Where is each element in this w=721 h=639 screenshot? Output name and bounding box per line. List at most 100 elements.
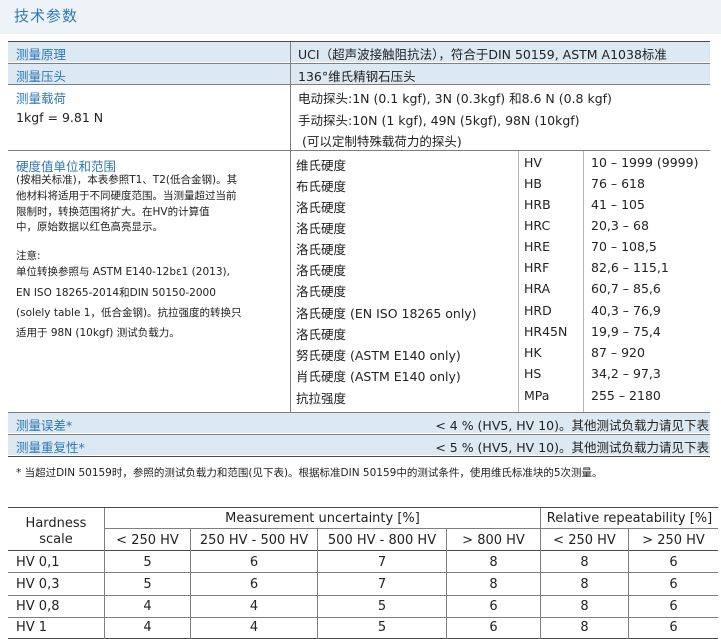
- title-bar: 技术参数: [0, 0, 721, 34]
- divider-range: [583, 151, 584, 412]
- t2-cell: 5: [377, 620, 387, 635]
- t2-cell: 8: [489, 555, 498, 570]
- t2-rule-row: [8, 572, 718, 573]
- scale-name: 洛氏硬度: [296, 200, 347, 215]
- principle-label: 测量原理: [16, 47, 67, 62]
- scales-desc-line: 中，原始数据以红色高亮显示。: [16, 221, 163, 233]
- scale-name: 洛氏硬度: [296, 221, 347, 236]
- t2-subheader: > 250 HV: [642, 533, 705, 548]
- t2-row-scale: HV 0,1: [16, 555, 60, 570]
- load-label: 测量载荷: [16, 91, 67, 106]
- rule-1: [8, 63, 710, 64]
- scale-unit: HB: [524, 176, 542, 191]
- probe-label: 测量压头: [16, 69, 67, 84]
- t2-rule-head: [8, 550, 718, 551]
- t2-cell: 5: [143, 555, 152, 570]
- scale-range: 255 – 2180: [591, 388, 661, 403]
- t2-cell: 7: [377, 577, 387, 592]
- t2-cell: 6: [489, 620, 498, 635]
- scale-name: 洛氏硬度: [296, 327, 347, 342]
- t2-row-scale: HV 1: [16, 620, 48, 635]
- scale-unit: HRA: [524, 281, 551, 296]
- t2-cell: 5: [377, 599, 387, 614]
- t2-cell: 8: [580, 620, 589, 635]
- footnote: * 当超过DIN 50159时，参照的测试负载力和范围(见下表)。根据标准DIN…: [16, 467, 603, 479]
- t2-subheader: < 250 HV: [116, 533, 179, 548]
- t2-rule-row: [8, 617, 718, 618]
- t2-cell: 6: [669, 577, 678, 592]
- t2-cell: 8: [580, 599, 589, 614]
- scale-range: 41 – 105: [591, 197, 645, 212]
- divider-label: [290, 42, 291, 413]
- scale-name: 洛氏硬度: [296, 242, 347, 257]
- t2-rule-group: [105, 528, 718, 529]
- page-title: 技术参数: [14, 7, 79, 25]
- t2-col0-header: scale: [39, 532, 73, 547]
- scales-desc-line: (按相关标准)，本表参照T1、T2(低合金钢)。其: [16, 174, 238, 186]
- load-sublabel: 1kgf = 9.81 N: [16, 110, 104, 125]
- t2-cell: 4: [249, 620, 259, 635]
- error-value: < 4 % (HV5, HV 10)。其他测试负载力请见下表: [435, 418, 709, 433]
- t2-cell: 4: [143, 599, 152, 614]
- probe-value: 136°维氏精钢石压头: [298, 69, 416, 84]
- t2-cell: 4: [143, 620, 152, 635]
- scale-range: 76 – 618: [591, 176, 645, 191]
- scale-unit: HR45N: [524, 324, 568, 339]
- scales-note-line: 单位转换参照与 ASTM E140-12bɛ1 (2013),: [16, 266, 230, 278]
- scale-name: 努氏硬度 (ASTM E140 only): [296, 348, 461, 363]
- rule-4: [8, 412, 710, 413]
- repeat-label: 测量重复性*: [16, 440, 85, 455]
- t2-subheader: 250 HV - 500 HV: [199, 533, 309, 548]
- principle-value: UCI（超声波接触阻抗法），符合于DIN 50159, ASTM A1038标准: [298, 47, 667, 62]
- scale-name: 洛氏硬度: [296, 284, 347, 299]
- t2-subheader: 500 HV - 800 HV: [327, 533, 437, 548]
- t2-group-uncertainty: Measurement uncertainty [%]: [225, 511, 420, 526]
- t2-cell: 6: [249, 577, 259, 592]
- scales-note-line: EN ISO 18265-2014和DIN 50150-2000: [16, 287, 216, 299]
- scale-range: 70 – 108,5: [591, 239, 657, 254]
- scales-note-line: 适用于 98N (10kgf) 测试负载力。: [16, 327, 180, 339]
- divider-unit: [518, 151, 519, 412]
- t2-rule-row: [8, 595, 718, 596]
- scale-name: 洛氏硬度 (EN ISO 18265 only): [296, 306, 477, 321]
- rule-bottom: [8, 456, 710, 457]
- scales-note-line: 注意:: [16, 250, 41, 262]
- t2-cell: 6: [249, 555, 259, 570]
- scale-unit: HK: [524, 345, 542, 360]
- scale-unit: HRE: [524, 239, 550, 254]
- scale-name: 肖氏硬度 (ASTM E140 only): [296, 369, 461, 384]
- scale-unit: HRD: [524, 303, 552, 318]
- scale-unit: HRB: [524, 197, 551, 212]
- rule-5: [8, 434, 710, 435]
- t2-row-scale: HV 0,8: [16, 599, 60, 614]
- repeat-value: < 5 % (HV5, HV 10)。其他测试负载力请见下表: [435, 440, 709, 455]
- t2-rule-top: [8, 507, 718, 508]
- scale-range: 40,3 – 76,9: [591, 303, 661, 318]
- t2-cell: 6: [669, 599, 678, 614]
- t2-cell: 6: [669, 555, 678, 570]
- t2-cell: 4: [249, 599, 259, 614]
- load-line: 电动探头:1N (0.1 kgf), 3N (0.3kgf) 和8.6 N (0…: [298, 91, 612, 106]
- scale-unit: HRC: [524, 218, 551, 233]
- scale-unit: MPa: [524, 388, 550, 403]
- scale-name: 洛氏硬度: [296, 263, 347, 278]
- t2-cell: 7: [377, 555, 387, 570]
- t2-cell: 8: [580, 577, 589, 592]
- scale-range: 34,2 – 97,3: [591, 366, 661, 381]
- scale-range: 60,7 – 85,6: [591, 281, 661, 296]
- error-label: 测量误差*: [16, 418, 73, 433]
- scale-name: 抗拉强度: [296, 391, 347, 406]
- t2-row-scale: HV 0,3: [16, 577, 60, 592]
- t2-cell: 5: [143, 577, 152, 592]
- t2-subheader: < 250 HV: [553, 533, 616, 548]
- load-line: 手动探头:10N (1 kgf), 49N (5kgf), 98N (10kgf…: [298, 113, 580, 128]
- scale-range: 10 – 1999 (9999): [591, 155, 699, 170]
- scale-range: 82,6 – 115,1: [591, 260, 669, 275]
- t2-cell: 8: [580, 555, 589, 570]
- scale-name: 维氏硬度: [296, 158, 347, 173]
- t2-cell: 8: [489, 577, 498, 592]
- rule-top: [8, 41, 710, 42]
- t2-subheader: > 800 HV: [462, 533, 525, 548]
- t2-cell: 6: [489, 599, 498, 614]
- spec-page: 技术参数 测量原理 UCI（超声波接触阻抗法），符合于DIN 50159, AS…: [0, 0, 721, 639]
